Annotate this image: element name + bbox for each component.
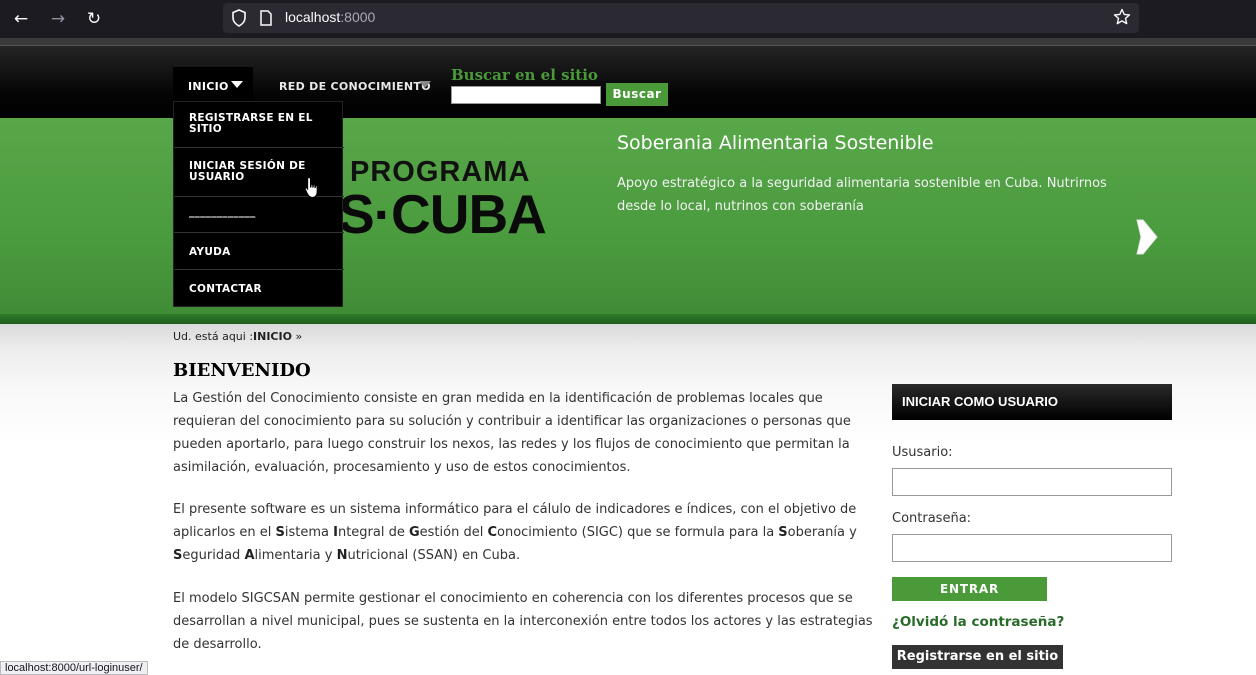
username-input[interactable] <box>892 468 1172 496</box>
username-label: Ususario: <box>892 445 953 460</box>
menu-item-label: AYUDA <box>189 246 231 258</box>
menu-item-label: CONTACTAR <box>189 283 262 295</box>
forgot-password-link[interactable]: ¿Olvidó la contraseña? <box>892 614 1064 630</box>
breadcrumb-current[interactable]: INICIO <box>253 330 292 343</box>
menu-item-separator[interactable]: ____________ <box>174 197 344 233</box>
inicio-dropdown-menu: REGISTRARSE EN EL SITIO INICIAR SESIÓN D… <box>173 101 344 307</box>
menu-item-contactar[interactable]: CONTACTAR <box>174 270 344 307</box>
nav-red-conocimiento[interactable]: RED DE CONOCIMIENTO <box>271 67 441 101</box>
page-title: BIENVENIDO <box>173 360 311 381</box>
intro-paragraph-1: La Gestión del Conocimiento consiste en … <box>173 391 851 475</box>
banner-title: Soberania Alimentaria Sostenible <box>617 132 934 154</box>
login-submit-button[interactable]: ENTRAR <box>892 577 1047 601</box>
menu-item-label: INICIAR SESIÓN DE USUARIO <box>189 160 306 183</box>
search-input[interactable] <box>451 86 601 104</box>
login-panel-title: INICIAR COMO USUARIO <box>902 394 1058 409</box>
nav-inicio[interactable]: INICIO <box>173 67 253 101</box>
register-button[interactable]: Registrarse en el sitio <box>892 645 1063 669</box>
url-text[interactable]: localhost:8000 <box>285 9 375 25</box>
hand-cursor-icon <box>304 176 318 199</box>
menu-item-ayuda[interactable]: AYUDA <box>174 233 344 270</box>
nav-red-label: RED DE CONOCIMIENTO <box>279 80 431 93</box>
login-panel-header: INICIAR COMO USUARIO <box>892 384 1172 420</box>
shield-icon[interactable] <box>231 9 247 27</box>
caret-down-icon <box>231 81 243 88</box>
menu-item-label: REGISTRARSE EN EL SITIO <box>189 112 313 135</box>
breadcrumb-prefix: Ud. está aqui : <box>173 330 254 343</box>
intro-paragraph-2: El presente software es un sistema infor… <box>173 502 857 563</box>
logo-text-cuba: S·CUBA <box>338 183 547 245</box>
address-bar[interactable]: localhost:8000 <box>223 3 1139 33</box>
intro-paragraph-3: El modelo SIGCSAN permite gestionar el c… <box>173 591 873 652</box>
header-stripe <box>0 38 1256 46</box>
menu-item-registrarse[interactable]: REGISTRARSE EN EL SITIO <box>174 102 344 148</box>
password-input[interactable] <box>892 534 1172 562</box>
banner-description: Apoyo estratégico a la seguridad aliment… <box>617 176 1107 214</box>
forward-arrow-icon[interactable]: → <box>46 7 70 31</box>
browser-toolbar: ← → ↻ localhost:8000 <box>0 0 1256 38</box>
menu-item-label: ____________ <box>189 206 256 218</box>
bookmark-star-icon[interactable] <box>1113 8 1131 26</box>
search-title: Buscar en el sitio <box>451 66 598 84</box>
breadcrumb-separator: » <box>291 330 303 343</box>
password-label: Contraseña: <box>892 511 972 526</box>
search-button[interactable]: Buscar <box>606 83 668 106</box>
back-arrow-icon[interactable]: ← <box>9 7 33 31</box>
caret-down-icon <box>419 81 431 88</box>
next-slide-arrow-icon[interactable] <box>1133 216 1161 258</box>
nav-inicio-label: INICIO <box>188 80 229 93</box>
page-icon <box>260 10 272 26</box>
banner-bottom-border <box>0 314 1256 324</box>
breadcrumb: Ud. está aqui :INICIO » <box>173 330 302 343</box>
reload-icon[interactable]: ↻ <box>82 7 106 31</box>
